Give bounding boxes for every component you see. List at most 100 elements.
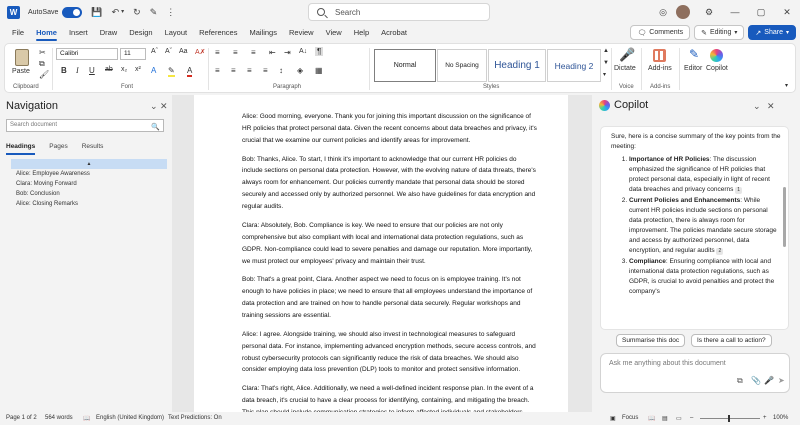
editor-icon[interactable]: ✎ [689, 47, 699, 61]
document-paragraph[interactable]: Clara: Absolutely, Bob. Compliance is ke… [242, 220, 537, 268]
chevron-down-icon[interactable]: ⌄ [150, 101, 158, 112]
font-color-icon[interactable]: A [187, 66, 193, 77]
copilot-prompt-input[interactable]: Ask me anything about this document ⧉ 📎 … [600, 353, 790, 393]
sort-icon[interactable]: A↓ [299, 48, 307, 55]
justify-icon[interactable]: ≡ [263, 66, 268, 75]
print-layout-icon[interactable]: ▤ [662, 415, 668, 422]
zoom-out-icon[interactable]: – [690, 415, 693, 421]
redo-icon[interactable]: ↻ [133, 7, 141, 17]
document-paragraph[interactable]: Bob: Thanks, Alice. To start, I think it… [242, 154, 537, 214]
web-layout-icon[interactable]: ▭ [676, 415, 682, 422]
share-button[interactable]: ↗ Share ▾ [748, 25, 796, 40]
italic-icon[interactable]: I [76, 66, 79, 75]
tab-draw[interactable]: Draw [100, 24, 118, 42]
minimize-icon[interactable]: — [722, 7, 748, 17]
editor-button[interactable]: Editor [684, 65, 702, 72]
cut-icon[interactable]: ✂ [39, 48, 46, 57]
text-predictions-label[interactable]: Text Predictions: On [168, 415, 222, 421]
document-paragraph[interactable]: Clara: That's right, Alice. Additionally… [242, 383, 537, 412]
settings-icon[interactable]: ⚙ [696, 7, 722, 18]
suggestion-call-to-action-button[interactable]: Is there a call to action? [691, 334, 772, 347]
editing-mode-button[interactable]: ✎ Editing ▾ [694, 25, 745, 40]
suggestion-summarise-button[interactable]: Summarise this doc [616, 334, 686, 347]
shading-icon[interactable]: ◈ [297, 66, 303, 75]
font-name-select[interactable]: Calibri [56, 48, 118, 60]
autosave-toggle[interactable] [62, 6, 83, 18]
tab-references[interactable]: References [199, 24, 237, 42]
font-size-select[interactable]: 11 [120, 48, 146, 60]
read-mode-icon[interactable]: 📖 [648, 415, 655, 422]
subscript-icon[interactable]: x₂ [121, 66, 127, 73]
style-no-spacing[interactable]: No Spacing [437, 49, 487, 82]
chevron-down-icon[interactable]: ▾ [121, 9, 124, 15]
microphone-icon[interactable]: 🎤 [619, 47, 635, 63]
text-effects-icon[interactable]: A [151, 66, 156, 75]
shrink-font-icon[interactable]: Aˇ [165, 48, 172, 55]
proofing-icon[interactable]: 📖 [83, 415, 90, 422]
styles-scroll-down-icon[interactable]: ▼ [603, 60, 609, 66]
citation-badge[interactable]: 1 [735, 187, 743, 194]
numbering-icon[interactable]: ≡ [233, 48, 238, 57]
nav-heading-item[interactable]: Alice: Closing Remarks [11, 199, 167, 209]
send-icon[interactable]: ➤ [778, 376, 785, 385]
align-right-icon[interactable]: ≡ [247, 66, 252, 75]
language-label[interactable]: English (United Kingdom) [96, 415, 164, 421]
tab-design[interactable]: Design [129, 24, 152, 42]
tab-acrobat[interactable]: Acrobat [381, 24, 407, 42]
document-paragraph[interactable]: Bob: That's a great point, Clara. Anothe… [242, 274, 537, 322]
copilot-button[interactable]: Copilot [706, 65, 728, 72]
attach-icon[interactable]: 📎 [751, 376, 761, 385]
tab-layout[interactable]: Layout [165, 24, 188, 42]
tab-home[interactable]: Home [36, 24, 57, 42]
draw-icon[interactable]: ✎ [150, 7, 158, 17]
location-icon[interactable]: ◎ [650, 7, 676, 18]
nav-heading-item[interactable]: Clara: Moving Forward [11, 179, 167, 189]
document-paragraph[interactable]: Alice: I agree. Alongside training, we s… [242, 329, 537, 377]
paste-button[interactable]: Paste [12, 68, 30, 75]
nav-tab-headings[interactable]: Headings [6, 143, 36, 155]
page-count[interactable]: Page 1 of 2 [6, 415, 37, 421]
document-body[interactable]: Alice: Good morning, everyone. Thank you… [242, 111, 537, 412]
chevron-down-icon[interactable]: ⌄ [753, 101, 761, 112]
bullets-icon[interactable]: ≡ [215, 48, 220, 57]
change-case-icon[interactable]: Aa [179, 48, 188, 55]
maximize-icon[interactable]: ▢ [748, 7, 774, 18]
focus-icon[interactable]: ▣ [610, 415, 616, 422]
microphone-icon[interactable]: 🎤 [764, 376, 774, 385]
document-area[interactable]: Alice: Good morning, everyone. Thank you… [172, 95, 592, 412]
addins-icon[interactable] [653, 49, 666, 62]
line-spacing-icon[interactable]: ↕ [279, 66, 283, 75]
search-box[interactable]: Search [308, 3, 490, 21]
tab-insert[interactable]: Insert [69, 24, 88, 42]
nav-tab-pages[interactable]: Pages [49, 143, 67, 155]
styles-more-icon[interactable]: ▾ [603, 71, 606, 78]
tab-review[interactable]: Review [289, 24, 314, 42]
prompt-guide-icon[interactable]: ⧉ [737, 376, 743, 386]
close-icon[interactable]: ✕ [160, 101, 168, 112]
tab-help[interactable]: Help [354, 24, 369, 42]
format-painter-icon[interactable]: 🖌 [39, 70, 49, 79]
document-paragraph[interactable]: Alice: Good morning, everyone. Thank you… [242, 111, 537, 147]
close-icon[interactable]: ✕ [767, 101, 775, 112]
grow-font-icon[interactable]: Aˆ [151, 48, 158, 55]
multilevel-list-icon[interactable]: ≡ [251, 48, 256, 57]
align-center-icon[interactable]: ≡ [231, 66, 236, 75]
zoom-in-icon[interactable]: + [763, 415, 767, 421]
close-icon[interactable]: ✕ [774, 7, 800, 18]
more-commands-icon[interactable]: ⋮ [166, 7, 175, 17]
ribbon-collapse-icon[interactable]: ▾ [785, 82, 788, 89]
zoom-thumb[interactable] [728, 415, 730, 422]
zoom-slider[interactable] [700, 418, 760, 419]
addins-button[interactable]: Add-ins [648, 65, 672, 72]
avatar[interactable] [676, 5, 690, 19]
tab-view[interactable]: View [326, 24, 342, 42]
tab-mailings[interactable]: Mailings [249, 24, 277, 42]
highlight-icon[interactable]: ✎ [168, 66, 175, 77]
borders-icon[interactable]: ▦ [315, 66, 323, 75]
focus-button[interactable]: Focus [622, 415, 638, 421]
copy-icon[interactable]: ⧉ [39, 59, 45, 69]
strikethrough-icon[interactable]: ab [105, 66, 113, 73]
document-page[interactable]: Alice: Good morning, everyone. Thank you… [194, 95, 568, 412]
style-heading-1[interactable]: Heading 1 [488, 49, 546, 82]
zoom-level[interactable]: 100% [773, 415, 788, 421]
